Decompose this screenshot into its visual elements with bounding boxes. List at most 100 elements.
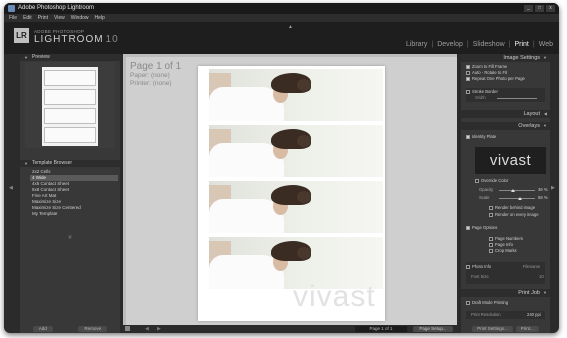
crop-marks-checkbox[interactable]: Crop Marks: [489, 248, 517, 254]
photo-cell[interactable]: [209, 181, 383, 233]
lightroom-logo-badge: LR: [14, 28, 29, 43]
page-options-label: Page Options: [472, 225, 498, 230]
stroke-border-label: Stroke Border: [472, 89, 498, 94]
repeat-photo-checkbox[interactable]: Repeat One Photo per Page: [466, 76, 525, 82]
right-panel-buttons: Print Settings... Print...: [461, 325, 550, 333]
image-settings-header[interactable]: Image Settings ▼: [461, 54, 550, 62]
photo-hair: [297, 79, 311, 91]
menu-help[interactable]: Help: [95, 14, 105, 22]
opacity-slider[interactable]: [499, 190, 535, 191]
brand-title: LIGHTROOM 10: [34, 34, 119, 45]
window-title: Adobe Photoshop Lightroom: [18, 5, 95, 11]
font-size-label: Font Size: [471, 274, 489, 279]
identity-plate-checkbox[interactable]: Identity Plate: [466, 134, 496, 140]
identity-plate-watermark: vivast: [293, 280, 376, 313]
right-panel: Image Settings ▼ Zoom to Fill Frame Auto…: [461, 54, 550, 333]
photo-cell[interactable]: [209, 125, 383, 177]
checkbox-icon: [466, 90, 470, 94]
draft-mode-checkbox[interactable]: Draft Mode Printing: [466, 300, 508, 306]
app-icon: [8, 5, 15, 12]
page-count-label: Page 1 of 1: [130, 61, 182, 72]
menu-file[interactable]: File: [9, 14, 17, 22]
left-panel-toggle-icon[interactable]: ◀: [9, 185, 13, 191]
render-every-checkbox[interactable]: Render on every image: [489, 212, 539, 218]
stroke-width-slider[interactable]: [497, 98, 537, 99]
print-resolution-value[interactable]: 240 ppi: [527, 312, 541, 318]
menu-print[interactable]: Print: [38, 14, 48, 22]
image-settings-label: Image Settings: [503, 55, 540, 61]
collapse-triangle-icon: ▼: [24, 161, 28, 166]
override-color-checkbox[interactable]: Override Color: [475, 178, 508, 184]
template-item[interactable]: My Template: [30, 211, 118, 217]
opacity-slider-knob-icon[interactable]: [511, 189, 515, 192]
opacity-label: Opacity: [479, 187, 494, 192]
checkbox-icon: [489, 249, 493, 253]
minimize-button[interactable]: _: [524, 5, 533, 12]
add-template-button[interactable]: Add: [32, 326, 53, 332]
menu-window[interactable]: Window: [71, 14, 89, 22]
checkbox-icon: [466, 65, 470, 69]
left-panel: ▼ Preview ▼ Template Browser 2x2 Cells 4…: [20, 54, 120, 333]
print-button[interactable]: Print...: [515, 326, 539, 332]
right-panel-toggle-icon[interactable]: ▶: [551, 185, 555, 191]
photo-hair: [297, 135, 311, 147]
photo-info-checkbox[interactable]: Photo Info: [466, 264, 491, 270]
previous-page-arrow-icon[interactable]: ◀: [145, 325, 149, 333]
module-print[interactable]: Print: [514, 40, 528, 49]
horizontal-ruler: [123, 54, 457, 57]
preview-cell: [44, 89, 96, 105]
module-separator: |: [431, 41, 434, 48]
remove-template-button[interactable]: Remove: [78, 326, 108, 332]
template-browser-header[interactable]: ▼ Template Browser: [20, 160, 120, 167]
checkbox-icon: [466, 71, 470, 75]
print-resolution-label: Print Resolution: [471, 312, 501, 317]
font-size-dropdown[interactable]: 10: [539, 274, 544, 280]
photo-info-dropdown[interactable]: Filename: [523, 264, 540, 270]
module-library[interactable]: Library: [406, 40, 427, 49]
layout-label: Layout: [523, 111, 540, 117]
module-separator: |: [532, 41, 535, 48]
overlays-header[interactable]: Overlays ▼: [461, 122, 550, 130]
page-info-label: Page Info: [495, 242, 513, 247]
render-every-label: Render on every image: [495, 212, 539, 217]
menu-edit[interactable]: Edit: [23, 14, 32, 22]
checkbox-icon: [475, 179, 479, 183]
page-setup-button[interactable]: Page Setup...: [413, 326, 453, 332]
print-settings-button[interactable]: Print Settings...: [472, 326, 513, 332]
close-button[interactable]: x: [546, 5, 555, 12]
identity-plate-preview[interactable]: vivast: [475, 147, 546, 174]
view-mode-icon[interactable]: [125, 326, 130, 331]
module-picker: Library | Develop | Slideshow | Print | Web: [406, 40, 553, 49]
menu-bar: File Edit Print View Window Help: [4, 14, 559, 22]
print-job-header[interactable]: Print Job ▼: [461, 289, 550, 297]
identity-plate-bar: LR ADOBE PHOTOSHOP LIGHTROOM 10 ▲ Library…: [4, 22, 559, 54]
scale-slider[interactable]: [499, 198, 535, 199]
module-separator: |: [508, 41, 511, 48]
preview-cell: [44, 127, 96, 143]
scale-slider-knob-icon[interactable]: [518, 197, 522, 200]
page-options-checkbox[interactable]: Page Options: [466, 225, 497, 231]
checkbox-icon: [466, 77, 470, 81]
module-develop[interactable]: Develop: [437, 40, 463, 49]
collapse-top-panel-icon[interactable]: ▲: [288, 24, 293, 30]
collapse-triangle-icon: ▼: [24, 55, 28, 60]
checkbox-icon: [466, 301, 470, 305]
photo-hair: [297, 191, 311, 203]
crop-marks-label: Crop Marks: [495, 248, 517, 253]
preview-panel-header[interactable]: ▼ Preview: [20, 54, 120, 61]
render-behind-checkbox[interactable]: Render behind image: [489, 205, 535, 211]
photo-cell[interactable]: [209, 69, 383, 121]
left-panel-buttons: Add Remove: [20, 325, 120, 333]
layout-header[interactable]: Layout ◀: [461, 110, 550, 118]
module-slideshow[interactable]: Slideshow: [473, 40, 505, 49]
template-browser-label: Template Browser: [32, 160, 73, 166]
next-page-arrow-icon[interactable]: ▶: [157, 325, 161, 333]
menu-view[interactable]: View: [54, 14, 65, 22]
preview-page: [42, 67, 98, 146]
draft-mode-label: Draft Mode Printing: [472, 300, 509, 305]
module-web[interactable]: Web: [539, 40, 553, 49]
overlays-label: Overlays: [518, 123, 540, 129]
scale-label: Scale: [479, 195, 490, 200]
maximize-button[interactable]: □: [535, 5, 544, 12]
photo-info-label: Photo Info: [472, 264, 492, 269]
